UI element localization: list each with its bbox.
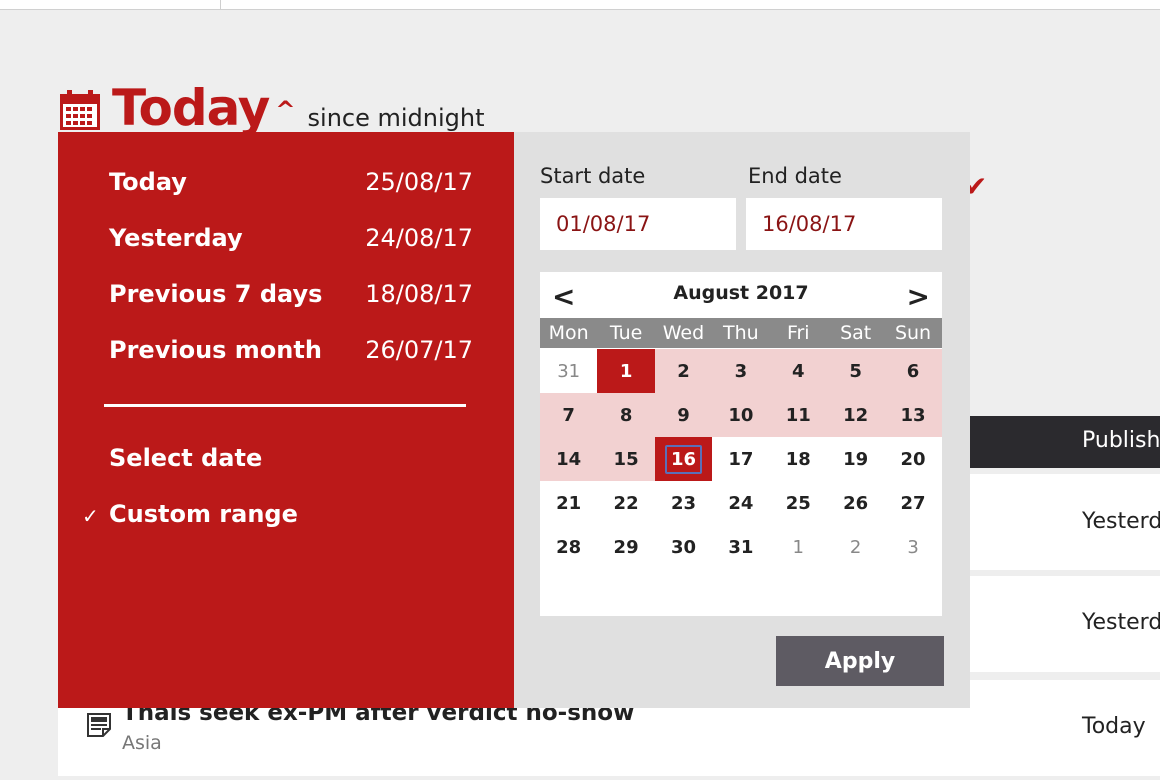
calendar-day[interactable]: 17 — [712, 437, 769, 481]
preset-label: Previous month — [109, 336, 322, 364]
calendar-week: 14 15 16 17 18 19 20 — [540, 436, 942, 481]
calendar-day[interactable]: 11 — [769, 393, 827, 437]
weekday-label: Tue — [609, 322, 643, 344]
calendar-day[interactable]: 18 — [770, 437, 827, 481]
calendar-day[interactable]: 6 — [884, 349, 942, 393]
end-date-input[interactable] — [746, 198, 942, 250]
calendar-day[interactable]: 31 — [712, 525, 769, 569]
article-row[interactable]: Thais seek ex-PM after verdict no-show A… — [58, 700, 970, 776]
calendar-month-title: August 2017 — [673, 282, 809, 304]
calendar-grid: 31 1 2 3 4 5 6 7 8 9 10 11 12 13 14 15 1… — [540, 348, 942, 568]
preset-previous-month[interactable]: Previous month 26/07/17 — [109, 336, 473, 370]
calendar-day[interactable]: 26 — [827, 481, 884, 525]
calendar-day[interactable]: 7 — [540, 393, 598, 437]
calendar-day[interactable]: 24 — [712, 481, 769, 525]
calendar-day[interactable]: 1 — [770, 525, 827, 569]
calendar-day[interactable]: 19 — [827, 437, 884, 481]
weekday-label: Mon — [548, 322, 589, 344]
preset-today[interactable]: Today 25/08/17 — [109, 168, 473, 202]
published-cell: Yesterd — [1082, 610, 1160, 635]
preset-date: 24/08/17 — [365, 224, 473, 252]
calendar-day-range-end[interactable]: 16 — [654, 437, 713, 481]
published-cell: Today — [1082, 714, 1146, 739]
custom-range-option[interactable]: Custom range — [109, 500, 298, 528]
calendar-day[interactable]: 21 — [540, 481, 597, 525]
page-header: Today ^ since midnight — [58, 78, 485, 138]
preset-label: Today — [109, 168, 187, 196]
calendar-day[interactable]: 20 — [884, 437, 941, 481]
preset-label: Yesterday — [109, 224, 243, 252]
calendar-icon — [58, 88, 102, 132]
calendar-day[interactable]: 2 — [654, 349, 713, 393]
calendar-day-label: 16 — [664, 444, 702, 474]
weekday-header: Mon Tue Wed Thu Fri Sat Sun — [540, 318, 942, 348]
calendar-day[interactable]: 27 — [884, 481, 941, 525]
preset-date: 18/08/17 — [365, 280, 473, 308]
table-row[interactable]: Yesterd — [970, 474, 1160, 570]
calendar-day[interactable]: 2 — [827, 525, 884, 569]
apply-button[interactable]: Apply — [776, 636, 944, 686]
calendar-day[interactable]: 29 — [597, 525, 654, 569]
calendar-day[interactable]: 31 — [540, 349, 597, 393]
top-bar-divider — [220, 0, 221, 10]
preset-panel: Today 25/08/17 Yesterday 24/08/17 Previo… — [58, 132, 514, 708]
preset-date: 26/07/17 — [365, 336, 473, 364]
calendar-day[interactable]: 28 — [540, 525, 597, 569]
weekday-label: Fri — [786, 322, 810, 344]
preset-label: Previous 7 days — [109, 280, 323, 308]
preset-yesterday[interactable]: Yesterday 24/08/17 — [109, 224, 473, 258]
calendar-day[interactable]: 10 — [712, 393, 770, 437]
weekday-label: Thu — [723, 322, 759, 344]
calendar-day[interactable]: 30 — [655, 525, 712, 569]
calendar: < August 2017 > Mon Tue Wed Thu Fri Sat … — [540, 272, 942, 616]
calendar-day[interactable]: 15 — [597, 437, 655, 481]
page-title[interactable]: Today — [112, 78, 270, 138]
calendar-day[interactable]: 3 — [884, 525, 941, 569]
article-icon — [86, 712, 112, 738]
calendar-day[interactable]: 13 — [884, 393, 942, 437]
preset-divider — [104, 404, 466, 407]
calendar-day[interactable]: 3 — [712, 349, 770, 393]
calendar-day[interactable]: 9 — [654, 393, 713, 437]
weekday-label: Sun — [894, 322, 932, 344]
calendar-week: 31 1 2 3 4 5 6 — [540, 348, 942, 393]
preset-previous-7-days[interactable]: Previous 7 days 18/08/17 — [109, 280, 473, 314]
calendar-day[interactable]: 12 — [826, 393, 885, 437]
calendar-day[interactable]: 22 — [597, 481, 654, 525]
weekday-label: Wed — [662, 322, 705, 344]
caret-up-icon[interactable]: ^ — [275, 96, 295, 124]
article-section: Asia — [122, 732, 162, 754]
calendar-week: 7 8 9 10 11 12 13 — [540, 392, 942, 437]
table-row[interactable]: Yesterd — [970, 576, 1160, 672]
calendar-week: 28 29 30 31 1 2 3 — [540, 524, 942, 568]
table-row[interactable]: Today — [970, 680, 1160, 776]
check-icon: ✓ — [82, 504, 99, 528]
start-date-label: Start date — [540, 164, 646, 188]
weekday-label: Sat — [840, 322, 872, 344]
select-date-option[interactable]: Select date — [109, 444, 262, 472]
calendar-day[interactable]: 8 — [597, 393, 655, 437]
end-date-label: End date — [748, 164, 842, 188]
calendar-week: 21 22 23 24 25 26 27 — [540, 480, 942, 524]
calendar-day[interactable]: 23 — [655, 481, 712, 525]
column-header-published: Publish — [1082, 428, 1160, 453]
top-bar — [0, 0, 1160, 10]
date-range-dropdown: Today 25/08/17 Yesterday 24/08/17 Previo… — [58, 132, 970, 708]
calendar-day-range-start[interactable]: 1 — [597, 349, 655, 393]
preset-date: 25/08/17 — [365, 168, 473, 196]
calendar-day[interactable]: 14 — [540, 437, 598, 481]
next-month-button[interactable]: > — [907, 280, 930, 313]
page-subtitle: since midnight — [307, 104, 485, 132]
custom-range-panel: Start date End date < August 2017 > Mon … — [514, 132, 970, 708]
calendar-day[interactable]: 4 — [769, 349, 827, 393]
published-cell: Yesterd — [1082, 509, 1160, 534]
calendar-day[interactable]: 25 — [770, 481, 827, 525]
calendar-day[interactable]: 5 — [826, 349, 885, 393]
table-header: Publish — [970, 416, 1160, 468]
start-date-input[interactable] — [540, 198, 736, 250]
